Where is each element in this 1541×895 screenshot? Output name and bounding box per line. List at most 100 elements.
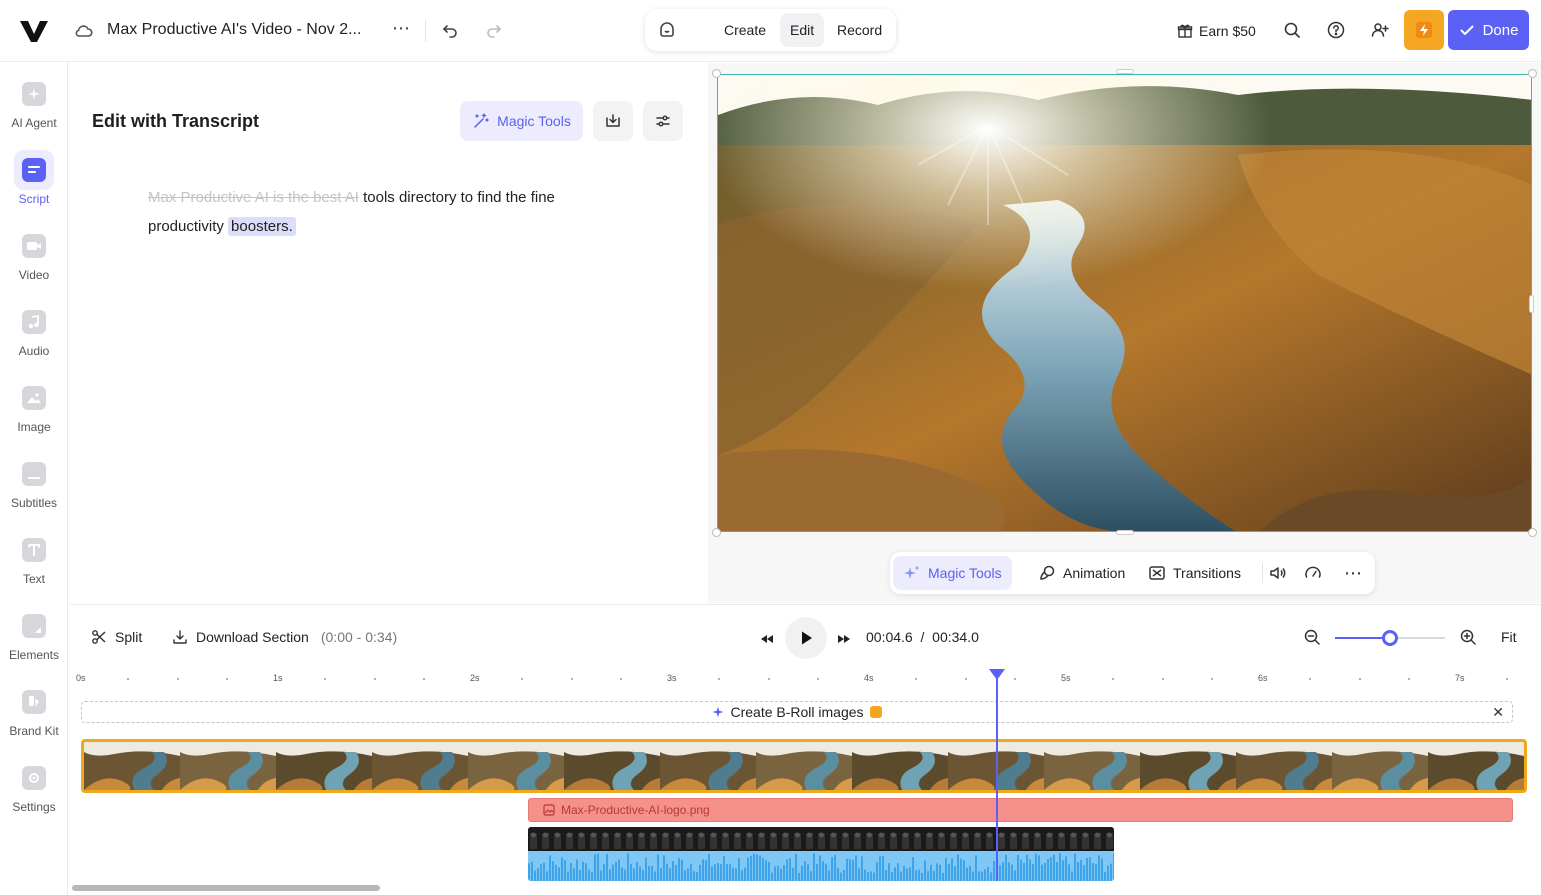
sidebar-item-settings[interactable]: Settings — [0, 766, 68, 836]
playhead[interactable] — [996, 671, 998, 881]
animation-icon — [1040, 565, 1055, 580]
current-time: 00:04.6 — [866, 629, 913, 645]
create-broll-button[interactable]: Create B-Roll images ✕ — [81, 701, 1513, 723]
sidebar-item-elements[interactable]: Elements — [0, 614, 68, 684]
video-thumbnail — [468, 742, 564, 790]
help-icon[interactable] — [1326, 20, 1346, 40]
elements-icon — [22, 614, 46, 638]
video-toolbar: Magic Tools Animation Transitions ⋯ — [890, 552, 1375, 594]
ruler-tick — [570, 678, 573, 680]
resize-handle-top[interactable] — [1116, 69, 1134, 74]
timeline-scrollbar[interactable] — [72, 885, 380, 891]
cloud-save-icon[interactable] — [74, 21, 94, 41]
transitions-button[interactable]: Transitions — [1138, 556, 1251, 590]
ruler-tick — [619, 678, 622, 680]
video-clip-track[interactable] — [81, 739, 1527, 793]
transcript-panel: Edit with Transcript Magic Tools Max Pro… — [69, 63, 707, 603]
highlighted-word[interactable]: boosters. — [228, 217, 296, 236]
scissors-icon — [92, 630, 106, 644]
resize-handle-bottom[interactable] — [1116, 530, 1134, 535]
ruler-tick — [1506, 678, 1509, 680]
transcript-settings-button[interactable] — [643, 101, 683, 141]
home-icon[interactable] — [657, 20, 677, 40]
ruler-tick — [964, 678, 967, 680]
earn-label: Earn $50 — [1199, 23, 1256, 39]
time-ruler[interactable]: 0s 1s 2s 3s 4s 5s 6s 7s — [69, 671, 1541, 689]
sidebar-item-label: Text — [22, 572, 45, 586]
app-logo[interactable] — [18, 17, 50, 45]
sidebar-item-video[interactable]: Video — [0, 234, 68, 304]
resize-handle-bottom-left[interactable] — [712, 528, 721, 537]
resize-handle-top-left[interactable] — [712, 69, 721, 78]
magic-tools-button[interactable]: Magic Tools — [893, 556, 1012, 590]
fast-forward-icon[interactable] — [834, 629, 854, 649]
earn-button[interactable]: Earn $50 — [1177, 20, 1256, 42]
transitions-label: Transitions — [1173, 565, 1241, 581]
speed-icon[interactable] — [1303, 563, 1323, 583]
mode-edit-button[interactable]: Edit — [780, 13, 825, 47]
video-thumbnail — [1332, 742, 1428, 790]
upgrade-button[interactable] — [1404, 10, 1444, 50]
rewind-icon[interactable] — [757, 629, 777, 649]
invite-user-icon[interactable] — [1370, 20, 1390, 40]
volume-icon[interactable] — [1268, 563, 1288, 583]
sidebar-item-label: Settings — [12, 800, 56, 814]
zoom-slider-handle[interactable] — [1382, 630, 1398, 646]
time-readout: 00:04.6 / 00:34.0 — [866, 629, 979, 645]
export-transcript-button[interactable] — [593, 101, 633, 141]
resize-handle-bottom-right[interactable] — [1528, 528, 1537, 537]
zoom-out-icon[interactable] — [1302, 627, 1322, 647]
video-camera-icon — [22, 234, 46, 258]
sidebar-item-audio[interactable]: Audio — [0, 310, 68, 380]
sparkle-icon — [22, 82, 46, 106]
sidebar-item-text[interactable]: Text — [0, 538, 68, 608]
ruler-tick — [1161, 678, 1164, 680]
zoom-in-icon[interactable] — [1458, 627, 1478, 647]
lightning-icon — [1416, 22, 1432, 38]
animation-button[interactable]: Animation — [1028, 556, 1135, 590]
transcript-text[interactable]: Max Productive AI is the best AI tools d… — [148, 183, 628, 241]
redo-icon[interactable] — [484, 20, 504, 40]
logo-image-clip[interactable]: Max-Productive-AI-logo.png — [528, 798, 1513, 822]
mode-record-button[interactable]: Record — [827, 13, 892, 47]
video-thumbnail — [564, 742, 660, 790]
audio-clip-track[interactable] — [528, 827, 1114, 881]
done-button[interactable]: Done — [1448, 10, 1529, 50]
mode-switcher: Create Edit Record — [645, 9, 896, 51]
sidebar-item-brand-kit[interactable]: Brand Kit — [0, 690, 68, 760]
project-title[interactable]: Max Productive AI's Video - Nov 2... — [107, 21, 361, 39]
magic-tools-button[interactable]: Magic Tools — [460, 101, 583, 141]
video-thumbnail — [1236, 742, 1332, 790]
video-thumbnail — [84, 742, 180, 790]
ruler-tick — [1112, 678, 1115, 680]
resize-handle-right[interactable] — [1529, 295, 1534, 313]
ruler-tick-label: 3s — [667, 673, 677, 683]
deleted-text[interactable]: Max Productive AI is the best AI — [148, 189, 359, 206]
video-thumbnail — [1140, 742, 1236, 790]
transitions-icon — [1149, 566, 1165, 580]
magic-tools-label: Magic Tools — [497, 113, 571, 129]
total-time: 00:34.0 — [932, 629, 979, 645]
undo-icon[interactable] — [440, 20, 460, 40]
brand-kit-icon — [22, 690, 46, 714]
sidebar-item-script[interactable]: Script — [0, 150, 68, 228]
more-options-icon[interactable]: ⋯ — [390, 18, 412, 42]
play-icon — [802, 631, 812, 645]
split-button[interactable]: Split — [91, 629, 142, 645]
sidebar-item-label: Image — [17, 420, 51, 434]
video-preview[interactable] — [717, 74, 1532, 532]
mode-create-button[interactable]: Create — [714, 13, 776, 47]
resize-handle-top-right[interactable] — [1528, 69, 1537, 78]
settings-icon — [22, 766, 46, 790]
more-options-icon[interactable]: ⋯ — [1343, 563, 1363, 583]
play-button[interactable] — [785, 617, 827, 659]
sidebar-item-image[interactable]: Image — [0, 386, 68, 456]
close-icon[interactable]: ✕ — [1492, 704, 1504, 721]
sidebar-item-ai-agent[interactable]: AI Agent — [0, 82, 68, 152]
sidebar-item-label: Elements — [8, 648, 60, 662]
ruler-tick — [127, 678, 130, 680]
search-icon[interactable] — [1282, 20, 1302, 40]
fit-button[interactable]: Fit — [1501, 629, 1517, 645]
sidebar-item-subtitles[interactable]: Subtitles — [0, 462, 68, 532]
download-section-button[interactable]: Download Section (0:00 - 0:34) — [172, 629, 397, 645]
